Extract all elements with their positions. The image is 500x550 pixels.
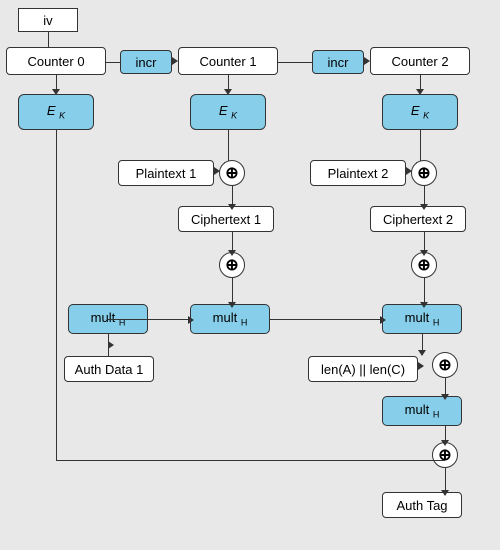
multh3-box: mult H	[382, 304, 462, 334]
authtag-box: Auth Tag	[382, 492, 462, 518]
multh4-label: mult H	[405, 402, 440, 420]
xor1: ⊕	[219, 160, 245, 186]
plaintext2-label: Plaintext 2	[328, 166, 389, 181]
lenac-label: len(A) || len(C)	[321, 362, 405, 377]
ciphertext1-box: Ciphertext 1	[178, 206, 274, 232]
incr2-button[interactable]: incr	[312, 50, 364, 74]
authtag-label: Auth Tag	[396, 498, 447, 513]
iv-label: iv	[43, 13, 52, 28]
counter2-box: Counter 2	[370, 47, 470, 75]
ek1-label: E K	[47, 103, 65, 121]
incr1-label: incr	[136, 55, 157, 70]
plaintext2-box: Plaintext 2	[310, 160, 406, 186]
ek2-box: E K	[190, 94, 266, 130]
ciphertext2-box: Ciphertext 2	[370, 206, 466, 232]
ciphertext1-label: Ciphertext 1	[191, 212, 261, 227]
gcm-diagram: iv Counter 0 E K incr Counter 1 E K incr	[0, 0, 500, 550]
counter0-label: Counter 0	[27, 54, 84, 69]
counter1-box: Counter 1	[178, 47, 278, 75]
multh2-label: mult H	[213, 310, 248, 328]
xor5: ⊕	[432, 352, 458, 378]
lenac-box: len(A) || len(C)	[308, 356, 418, 382]
multh2-box: mult H	[190, 304, 270, 334]
ek3-box: E K	[382, 94, 458, 130]
authdata1-label: Auth Data 1	[75, 362, 144, 377]
plaintext1-label: Plaintext 1	[136, 166, 197, 181]
counter1-label: Counter 1	[199, 54, 256, 69]
multh3-label: mult H	[405, 310, 440, 328]
counter0-box: Counter 0	[6, 47, 106, 75]
incr2-label: incr	[328, 55, 349, 70]
iv-box: iv	[18, 8, 78, 32]
plaintext1-box: Plaintext 1	[118, 160, 214, 186]
incr1-button[interactable]: incr	[120, 50, 172, 74]
counter2-label: Counter 2	[391, 54, 448, 69]
ek1-box: E K	[18, 94, 94, 130]
multh4-box: mult H	[382, 396, 462, 426]
ciphertext2-label: Ciphertext 2	[383, 212, 453, 227]
xor2: ⊕	[411, 160, 437, 186]
ek2-label: E K	[219, 103, 237, 121]
ek3-label: E K	[411, 103, 429, 121]
authdata1-box: Auth Data 1	[64, 356, 154, 382]
